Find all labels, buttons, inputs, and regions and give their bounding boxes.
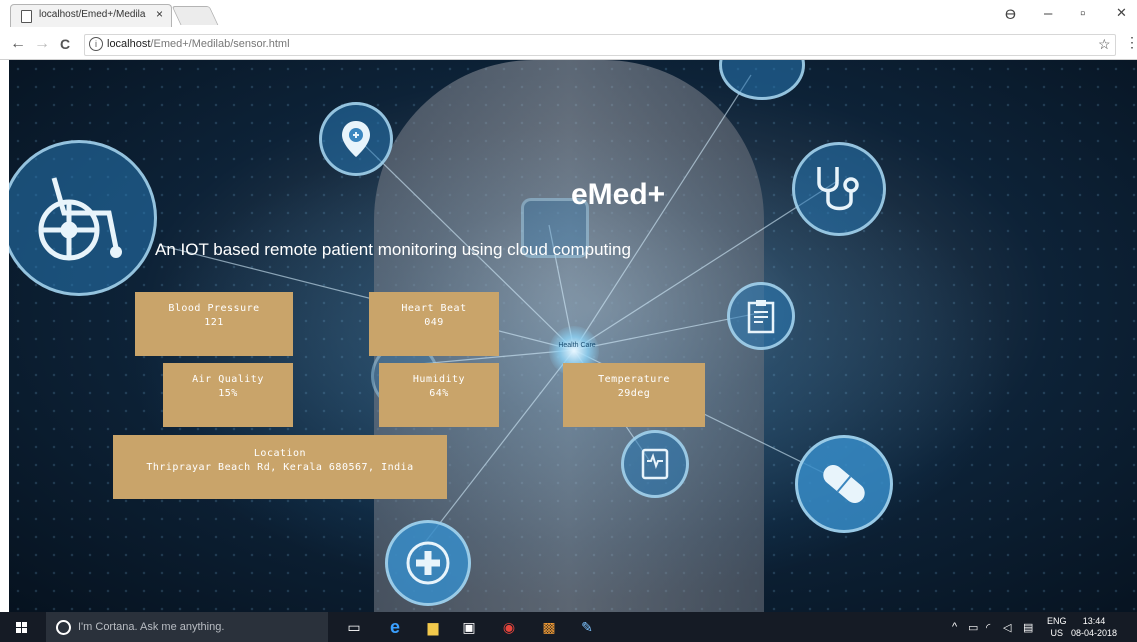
volume-icon[interactable]: ◁ bbox=[1003, 621, 1011, 634]
tab-close-icon[interactable]: × bbox=[156, 7, 163, 21]
browser-window: localhost/Emed+/Medila × ϴ – ▫ ✕ ← → C i… bbox=[0, 0, 1137, 642]
card-value: 121 bbox=[204, 317, 224, 328]
hub-label: Health Care bbox=[558, 342, 596, 349]
heart-beat-card: Heart Beat 049 bbox=[369, 292, 499, 356]
card-label: Heart Beat bbox=[401, 303, 467, 314]
cortana-placeholder: I'm Cortana. Ask me anything. bbox=[78, 621, 225, 633]
back-button[interactable]: ← bbox=[10, 35, 26, 53]
url-text: localhost/Emed+/Medilab/sensor.html bbox=[107, 38, 290, 50]
windows-start-icon[interactable] bbox=[16, 622, 27, 633]
page-content: Health Care eMed+ An IOT based remote pa… bbox=[9, 60, 1137, 612]
reload-button[interactable]: C bbox=[60, 36, 70, 52]
card-label: Temperature bbox=[598, 374, 670, 385]
cross-glyph bbox=[406, 541, 450, 585]
info-icon[interactable]: i bbox=[89, 37, 103, 51]
language-indicator[interactable]: ENG US bbox=[1047, 615, 1067, 639]
menu-icon[interactable]: ⋮ bbox=[1125, 34, 1137, 51]
tagline: An IOT based remote patient monitoring u… bbox=[155, 240, 631, 259]
battery-icon[interactable]: ▭ bbox=[968, 621, 978, 634]
windows-taskbar: I'm Cortana. Ask me anything. ▭ e ▆ ▣ ◉ … bbox=[0, 612, 1137, 642]
card-value: 29deg bbox=[617, 388, 651, 399]
clock-time: 13:44 bbox=[1082, 616, 1106, 626]
lang-top: ENG bbox=[1047, 616, 1067, 626]
card-label: Location bbox=[253, 448, 307, 459]
humidity-card: Humidity 64% bbox=[379, 363, 499, 427]
card-value: 15% bbox=[218, 388, 238, 399]
medical-cross-icon bbox=[385, 520, 471, 606]
new-tab-button[interactable] bbox=[171, 6, 219, 25]
clipboard-icon bbox=[727, 282, 795, 350]
minimize-button[interactable]: – bbox=[1044, 5, 1052, 22]
pin-glyph bbox=[342, 121, 370, 157]
browser-tab[interactable]: localhost/Emed+/Medila × bbox=[10, 4, 172, 27]
forward-button[interactable]: → bbox=[34, 35, 50, 53]
location-pin-icon bbox=[319, 102, 393, 176]
close-window-button[interactable]: ✕ bbox=[1116, 5, 1127, 21]
clipboard-glyph bbox=[747, 300, 775, 334]
address-bar-row: ← → C i localhost/Emed+/Medilab/sensor.h… bbox=[0, 31, 1137, 60]
tab-title: localhost/Emed+/Medila bbox=[39, 9, 146, 20]
chrome-icon[interactable]: ◉ bbox=[500, 618, 518, 636]
app-icon[interactable]: ✎ bbox=[578, 618, 596, 636]
cortana-icon bbox=[56, 620, 71, 635]
pill-icon bbox=[795, 435, 893, 533]
wheelchair-glyph bbox=[38, 177, 122, 261]
stethoscope-icon bbox=[792, 142, 886, 236]
cortana-search-box[interactable]: I'm Cortana. Ask me anything. bbox=[46, 612, 328, 642]
blood-pressure-card: Blood Pressure 121 bbox=[135, 292, 293, 356]
wifi-icon[interactable]: ◜ bbox=[986, 621, 990, 634]
tab-strip: localhost/Emed+/Medila × ϴ – ▫ ✕ bbox=[0, 0, 1137, 31]
url-field[interactable]: i localhost/Emed+/Medilab/sensor.html bbox=[84, 34, 1116, 56]
card-value: 049 bbox=[424, 317, 444, 328]
system-clock[interactable]: 13:44 08-04-2018 bbox=[1071, 615, 1117, 639]
profile-icon[interactable]: ϴ bbox=[1005, 6, 1016, 22]
card-label: Humidity bbox=[412, 374, 466, 385]
tray-chevron-icon[interactable]: ^ bbox=[952, 621, 957, 633]
xampp-icon[interactable]: ▩ bbox=[540, 618, 558, 636]
url-path: /Emed+/Medilab/sensor.html bbox=[150, 38, 290, 50]
notification-icon[interactable]: ▤ bbox=[1023, 621, 1033, 634]
card-value: Thriprayar Beach Rd, Kerala 680567, Indi… bbox=[146, 462, 414, 473]
bookmark-star-icon[interactable]: ☆ bbox=[1098, 36, 1111, 53]
store-icon[interactable]: ▣ bbox=[460, 618, 478, 636]
edge-icon[interactable]: e bbox=[386, 618, 404, 636]
monitor-glyph bbox=[641, 448, 669, 480]
maximize-button[interactable]: ▫ bbox=[1080, 5, 1085, 22]
clock-date: 08-04-2018 bbox=[1071, 628, 1118, 638]
brand-title: eMed+ bbox=[571, 178, 666, 211]
monitor-icon bbox=[621, 430, 689, 498]
stethoscope-glyph bbox=[817, 167, 859, 211]
file-explorer-icon[interactable]: ▆ bbox=[424, 618, 442, 636]
task-view-icon[interactable]: ▭ bbox=[345, 618, 363, 636]
url-host: localhost bbox=[107, 38, 151, 50]
lang-bottom: US bbox=[1050, 628, 1064, 638]
pill-glyph bbox=[823, 465, 865, 503]
location-card: Location Thriprayar Beach Rd, Kerala 680… bbox=[113, 435, 447, 499]
page-icon bbox=[21, 10, 32, 23]
air-quality-card: Air Quality 15% bbox=[163, 363, 293, 427]
card-label: Blood Pressure bbox=[168, 303, 260, 314]
card-label: Air Quality bbox=[192, 374, 264, 385]
temperature-card: Temperature 29deg bbox=[563, 363, 705, 427]
card-value: 64% bbox=[429, 388, 449, 399]
